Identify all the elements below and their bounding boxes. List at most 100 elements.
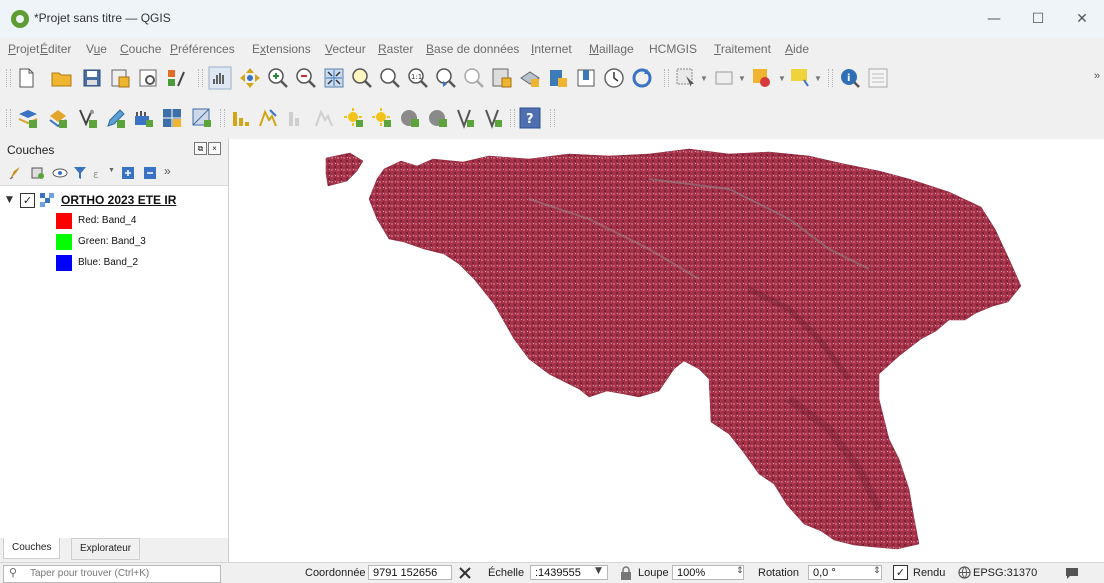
magnifier-field[interactable]: 100% [672,565,744,580]
scale-dropdown-icon[interactable]: ▼ [595,566,602,576]
zoom-out-icon[interactable] [294,66,318,90]
zoom-in-icon[interactable] [266,66,290,90]
menu-internet[interactable]: Internet [531,42,572,56]
style-panel-icon[interactable] [8,165,24,181]
vertex-remove-icon[interactable] [482,106,506,130]
add-mesh-icon[interactable] [190,106,214,130]
menu-extensions[interactable]: Extensions [252,42,311,56]
open-project-icon[interactable] [50,66,74,90]
sun-add-icon[interactable] [342,106,366,130]
menu-aide[interactable]: Aide [785,42,809,56]
map-canvas[interactable] [229,139,1104,565]
toolbar-overflow-icon[interactable]: » [1094,70,1100,82]
maximize-button[interactable]: ☐ [1016,6,1060,32]
toolbar-grip[interactable] [198,69,203,87]
add-group-icon[interactable] [30,165,46,181]
toolbar-grip[interactable] [510,109,515,127]
layer-visibility-checkbox[interactable]: ✓ [20,193,35,208]
layer-name[interactable]: ORTHO 2023 ETE IR [61,193,176,207]
measure-icon[interactable] [750,66,774,90]
pan-to-selection-icon[interactable] [238,66,262,90]
toolbar-grip[interactable] [664,69,669,87]
add-xyz-icon[interactable] [160,106,184,130]
close-button[interactable]: ✕ [1060,6,1104,32]
menu-preferences[interactable]: Préférences [170,42,235,56]
print-layout-icon[interactable] [136,66,160,90]
visibility-icon[interactable] [52,165,68,181]
zoom-next-icon[interactable] [462,66,486,90]
zoom-to-layer-icon[interactable] [378,66,402,90]
toolbar-grip[interactable] [550,109,555,127]
save-as-icon[interactable] [108,66,132,90]
temporal-controller-icon[interactable] [602,66,626,90]
close-panel-icon[interactable]: × [208,142,221,155]
annotation-icon[interactable] [788,66,812,90]
menu-couche[interactable]: Couche [120,42,161,56]
layer-item[interactable]: ▼ ✓ ORTHO 2023 ETE IR [0,192,228,210]
edit-pencil-icon[interactable] [104,106,128,130]
new-bookmark-icon[interactable] [546,66,570,90]
menu-vue[interactable]: Vue [86,42,107,56]
zoom-last-icon[interactable] [434,66,458,90]
collapse-arrow-icon[interactable]: ▼ [6,195,13,205]
select-features-icon[interactable] [674,66,698,90]
panel-overflow-icon[interactable]: » [164,164,171,178]
menu-editer[interactable]: Éditer [40,42,71,56]
float-panel-icon[interactable]: ⧉ [194,142,207,155]
zoom-native-icon[interactable]: 1:1 [406,66,430,90]
add-vector-layer-icon[interactable] [16,106,40,130]
filter-icon[interactable] [72,165,88,181]
render-checkbox[interactable]: ✓ [893,565,908,580]
tab-explorateur[interactable]: Explorateur [71,538,141,560]
lock-scale-icon[interactable] [620,566,632,580]
minimize-button[interactable]: — [972,6,1016,32]
filter-dropdown-icon[interactable]: ▼ [108,167,115,174]
messages-icon[interactable] [1064,565,1080,581]
new-3d-view-icon[interactable] [518,66,542,90]
crs-globe-icon[interactable] [958,566,971,579]
zoom-full-icon[interactable] [322,66,346,90]
menu-hcmgis[interactable]: HCMGIS [649,42,697,56]
rotation-field[interactable]: 0,0 ° [808,565,882,580]
rotation-spinner-icon[interactable]: ⇕ [873,566,881,576]
magnifier-spinner-icon[interactable]: ⇕ [736,566,744,576]
expand-all-icon[interactable] [120,165,136,181]
statistics-icon[interactable] [866,66,890,90]
digitize-icon[interactable] [76,106,100,130]
histogram-icon[interactable] [228,106,252,130]
show-bookmarks-icon[interactable] [574,66,598,90]
annotation-dropdown-icon[interactable]: ▼ [814,74,822,83]
toolbar-grip[interactable] [828,69,833,87]
deselect-dropdown-icon[interactable]: ▼ [738,74,746,83]
coordinate-field[interactable]: 9791 152656 [368,565,452,580]
processing-add-icon[interactable] [398,106,422,130]
filter-expression-icon[interactable]: ε [92,165,108,181]
save-project-icon[interactable] [80,66,104,90]
style-manager-icon[interactable] [165,66,189,90]
zoom-to-selection-icon[interactable] [350,66,374,90]
collapse-all-icon[interactable] [142,165,158,181]
new-map-view-icon[interactable] [490,66,514,90]
new-project-icon[interactable] [14,66,38,90]
toolbar-grip[interactable] [6,109,11,127]
help-icon[interactable]: ? [518,106,542,130]
vertex-add-icon[interactable] [454,106,478,130]
tab-couches[interactable]: Couches [3,538,61,559]
menu-traitement[interactable]: Traitement [714,42,771,56]
profile-icon[interactable] [256,106,280,130]
add-raster-layer-icon[interactable] [46,106,70,130]
toolbar-grip[interactable] [6,69,11,87]
profile-alt-icon[interactable] [312,106,336,130]
refresh-icon[interactable] [630,66,654,90]
menu-maillage[interactable]: Maillage [589,42,634,56]
sun-remove-icon[interactable] [370,106,394,130]
crs-label[interactable]: EPSG:31370 [973,567,1037,579]
menu-base-de-donnees[interactable]: Base de données [426,42,519,56]
deselect-icon[interactable] [712,66,736,90]
identify-icon[interactable]: i [838,66,862,90]
measure-dropdown-icon[interactable]: ▼ [778,74,786,83]
add-wms-icon[interactable] [132,106,156,130]
select-dropdown-icon[interactable]: ▼ [700,74,708,83]
menu-vecteur[interactable]: Vecteur [325,42,366,56]
menu-projet[interactable]: Projet [8,42,39,56]
